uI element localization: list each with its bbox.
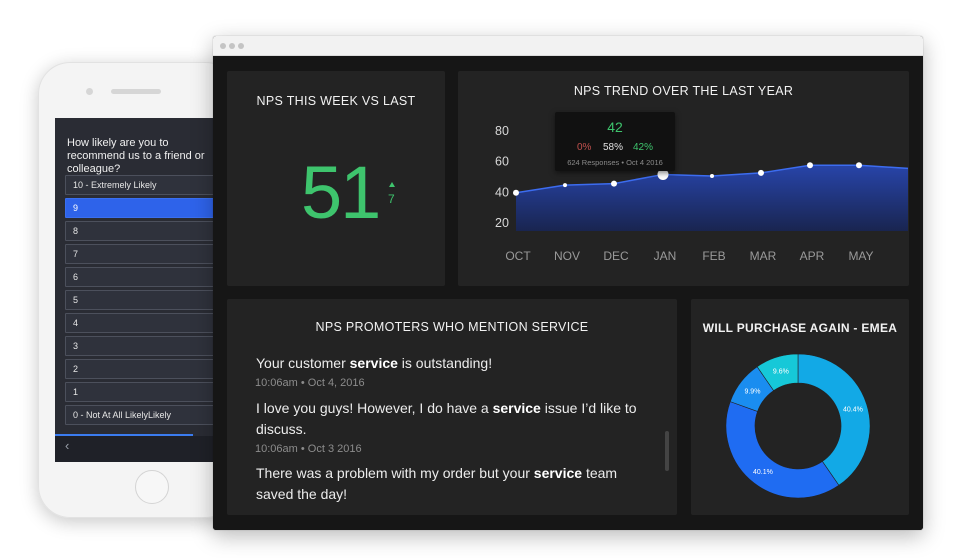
window-dot[interactable] [220,43,226,49]
phone-survey-screen: How likely are you to recommend us to a … [55,118,213,462]
browser-titlebar [213,36,923,56]
purchase-donut-chart: 40.4% 40.1% 9.9% 9.6% [725,353,871,499]
phone-speaker [111,89,161,94]
x-tick-label: JAN [654,249,677,263]
slice-label: 9.9% [744,388,760,395]
phone-nav-bar: ‹ [55,436,213,462]
data-point [563,183,567,188]
data-point [611,180,617,187]
comment-meta: 10:06am • Oct 3 2016 [255,443,362,455]
tooltip-passives: 58% [603,142,624,153]
donut-hole [755,383,841,469]
survey-option[interactable]: 6 [65,267,213,287]
survey-question: How likely are you to recommend us to a … [67,137,205,175]
slice-label: 9.6% [773,369,789,376]
chevron-left-icon[interactable]: ‹ [65,438,69,453]
survey-option[interactable]: 10 - Extremely Likely [65,175,213,195]
window-dot[interactable] [238,43,244,49]
window-dot[interactable] [229,43,235,49]
comment-keyword: service [533,465,583,481]
x-tick-label: MAY [848,249,873,263]
service-comments-panel: NPS PROMOTERS WHO MENTION SERVICE Your c… [227,299,677,515]
survey-option[interactable]: 7 [65,244,213,264]
data-point [513,189,519,196]
survey-option[interactable]: 3 [65,336,213,356]
survey-option[interactable]: 9 [65,198,213,218]
y-tick-label: 40 [495,185,509,199]
nps-trend-chart: 20 40 60 80 OCT NOV DEC JAN FEB MAR APR MAY [495,124,909,263]
phone-home-button[interactable] [135,470,169,504]
slice-label: 40.1% [753,469,773,476]
x-tick-label: OCT [505,249,531,263]
nps-delta: 7 [388,192,395,206]
data-point [710,173,714,178]
data-point [758,169,764,176]
survey-option[interactable]: 1 [65,382,213,402]
y-tick-label: 80 [495,124,509,138]
slice-label: 40.4% [843,406,863,413]
survey-option[interactable]: 5 [65,290,213,310]
y-tick-label: 20 [495,216,509,230]
tooltip-meta: 624 Responses • Oct 4 2016 [567,158,663,167]
dashboard: NPS THIS WEEK VS LAST 51 7 NPS TREND OVE… [213,56,923,530]
panel-title: NPS PROMOTERS WHO MENTION SERVICE [315,320,589,334]
tooltip-detractors: 0% [577,142,592,153]
survey-option[interactable]: 0 - Not At All LikelyLikely [65,405,213,425]
comment-text: There was a problem with my order but yo… [256,465,618,502]
x-tick-label: DEC [603,249,629,263]
comments-scrollbar[interactable] [665,431,669,471]
chart-tooltip: 42 0% 58% 42% 624 Responses • Oct 4 2016 [555,112,675,171]
data-point [856,162,862,169]
y-tick-label: 60 [495,155,509,169]
comment-text: I love you guys! However, I do have a se… [256,400,637,437]
arrow-up-icon [389,182,395,187]
panel-title: NPS THIS WEEK VS LAST [256,94,416,108]
survey-option[interactable]: 4 [65,313,213,333]
survey-option[interactable]: 2 [65,359,213,379]
data-point [807,162,813,169]
comment-meta: 10:06am • Oct 4, 2016 [255,377,365,389]
browser-window: NPS THIS WEEK VS LAST 51 7 NPS TREND OVE… [213,36,923,530]
comment-keyword: service [349,355,398,371]
survey-option[interactable]: 8 [65,221,213,241]
nps-week-panel: NPS THIS WEEK VS LAST 51 7 [227,71,445,286]
phone-camera [86,88,93,95]
x-tick-label: FEB [702,249,725,263]
nps-trend-panel: NPS TREND OVER THE LAST YEAR 20 40 60 80 OCT… [458,71,909,286]
x-tick-label: MAR [750,249,777,263]
purchase-again-panel: WILL PURCHASE AGAIN - EMEA 40.4% 40.1% 9.9… [691,299,909,515]
comment-keyword: service [492,400,541,416]
tooltip-promoters: 42% [633,142,654,153]
x-tick-label: NOV [554,249,580,263]
comment-text: Your customer service is outstanding! [256,355,493,371]
tooltip-nps-value: 42 [607,119,623,135]
nps-score: 51 [301,151,381,234]
x-tick-label: APR [800,249,825,263]
